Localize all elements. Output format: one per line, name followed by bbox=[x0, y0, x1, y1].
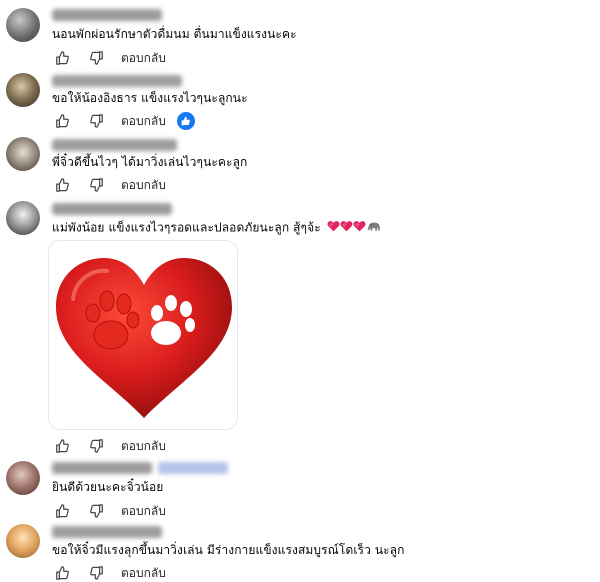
author-name-blurred[interactable] bbox=[52, 526, 162, 538]
thumbs-down-icon[interactable] bbox=[88, 176, 106, 194]
comment-actions: ตอบกลับ bbox=[52, 502, 166, 520]
thumbs-down-icon[interactable] bbox=[88, 564, 106, 582]
comment-text: ยินดีด้วยนะคะจิ๋วน้อย bbox=[52, 480, 164, 494]
reply-link[interactable]: ตอบกลับ bbox=[121, 49, 166, 68]
thumbs-up-icon[interactable] bbox=[53, 564, 71, 582]
thumbs-up-icon[interactable] bbox=[53, 437, 71, 455]
author-name-blurred[interactable] bbox=[52, 75, 182, 87]
thumbs-down-icon[interactable] bbox=[88, 49, 106, 67]
avatar[interactable] bbox=[6, 461, 40, 495]
comment-actions: ตอบกลับ bbox=[52, 49, 166, 67]
avatar[interactable] bbox=[6, 8, 40, 42]
elephant-icon bbox=[366, 220, 381, 236]
reply-link[interactable]: ตอบกลับ bbox=[121, 176, 166, 195]
author-name-blurred[interactable] bbox=[52, 462, 152, 474]
avatar[interactable] bbox=[6, 524, 40, 558]
comment-text: แม่พังน้อย แข็งแรงไวๆรอดและปลอดภัยนะลูก … bbox=[52, 220, 381, 236]
comment-text-body: แม่พังน้อย แข็งแรงไวๆรอดและปลอดภัยนะลูก … bbox=[52, 220, 321, 235]
avatar[interactable] bbox=[6, 137, 40, 171]
author-badge-blurred[interactable] bbox=[158, 462, 228, 474]
comment-actions: ตอบกลับ bbox=[52, 176, 166, 194]
thumbs-down-icon[interactable] bbox=[88, 437, 106, 455]
avatar[interactable] bbox=[6, 73, 40, 107]
emoji-group bbox=[327, 220, 381, 236]
avatar[interactable] bbox=[6, 201, 40, 235]
author-name-blurred[interactable] bbox=[52, 203, 172, 215]
comment-text: ขอให้น้องอิงธาร แข็งแรงไวๆนะลูกนะ bbox=[52, 91, 248, 105]
reply-link[interactable]: ตอบกลับ bbox=[121, 502, 166, 521]
comment-actions: ตอบกลับ bbox=[52, 112, 195, 130]
heart-icon bbox=[340, 220, 353, 236]
reply-link[interactable]: ตอบกลับ bbox=[121, 437, 166, 456]
thumbs-up-icon[interactable] bbox=[53, 112, 71, 130]
like-reaction-icon[interactable] bbox=[176, 112, 195, 130]
comment-actions: ตอบกลับ bbox=[52, 437, 166, 455]
comment-text: พี่จิ๋วดีขึ้นไวๆ ได้มาวิ่งเล่นไวๆนะคะลูก bbox=[52, 155, 248, 169]
thumbs-up-icon[interactable] bbox=[53, 49, 71, 67]
author-name-blurred[interactable] bbox=[52, 139, 177, 151]
thumbs-down-icon[interactable] bbox=[88, 112, 106, 130]
reply-link[interactable]: ตอบกลับ bbox=[121, 112, 166, 131]
comment-text: ขอให้จิ๋วมีแรงลุกขึ้นมาวิ่งเล่น มีร่างกา… bbox=[52, 543, 405, 557]
comment-text: นอนพักผ่อนรักษาตัวดื่มนม ตื่นมาแข็งแรงนะ… bbox=[52, 27, 297, 41]
reply-link[interactable]: ตอบกลับ bbox=[121, 564, 166, 582]
author-name-blurred[interactable] bbox=[52, 9, 162, 21]
heart-paw-sticker[interactable] bbox=[48, 240, 238, 430]
thumbs-down-icon[interactable] bbox=[88, 502, 106, 520]
thumbs-up-icon[interactable] bbox=[53, 502, 71, 520]
comment-actions: ตอบกลับ bbox=[52, 564, 166, 582]
heart-icon bbox=[327, 220, 340, 236]
thumbs-up-icon[interactable] bbox=[53, 176, 71, 194]
heart-icon bbox=[353, 220, 366, 236]
